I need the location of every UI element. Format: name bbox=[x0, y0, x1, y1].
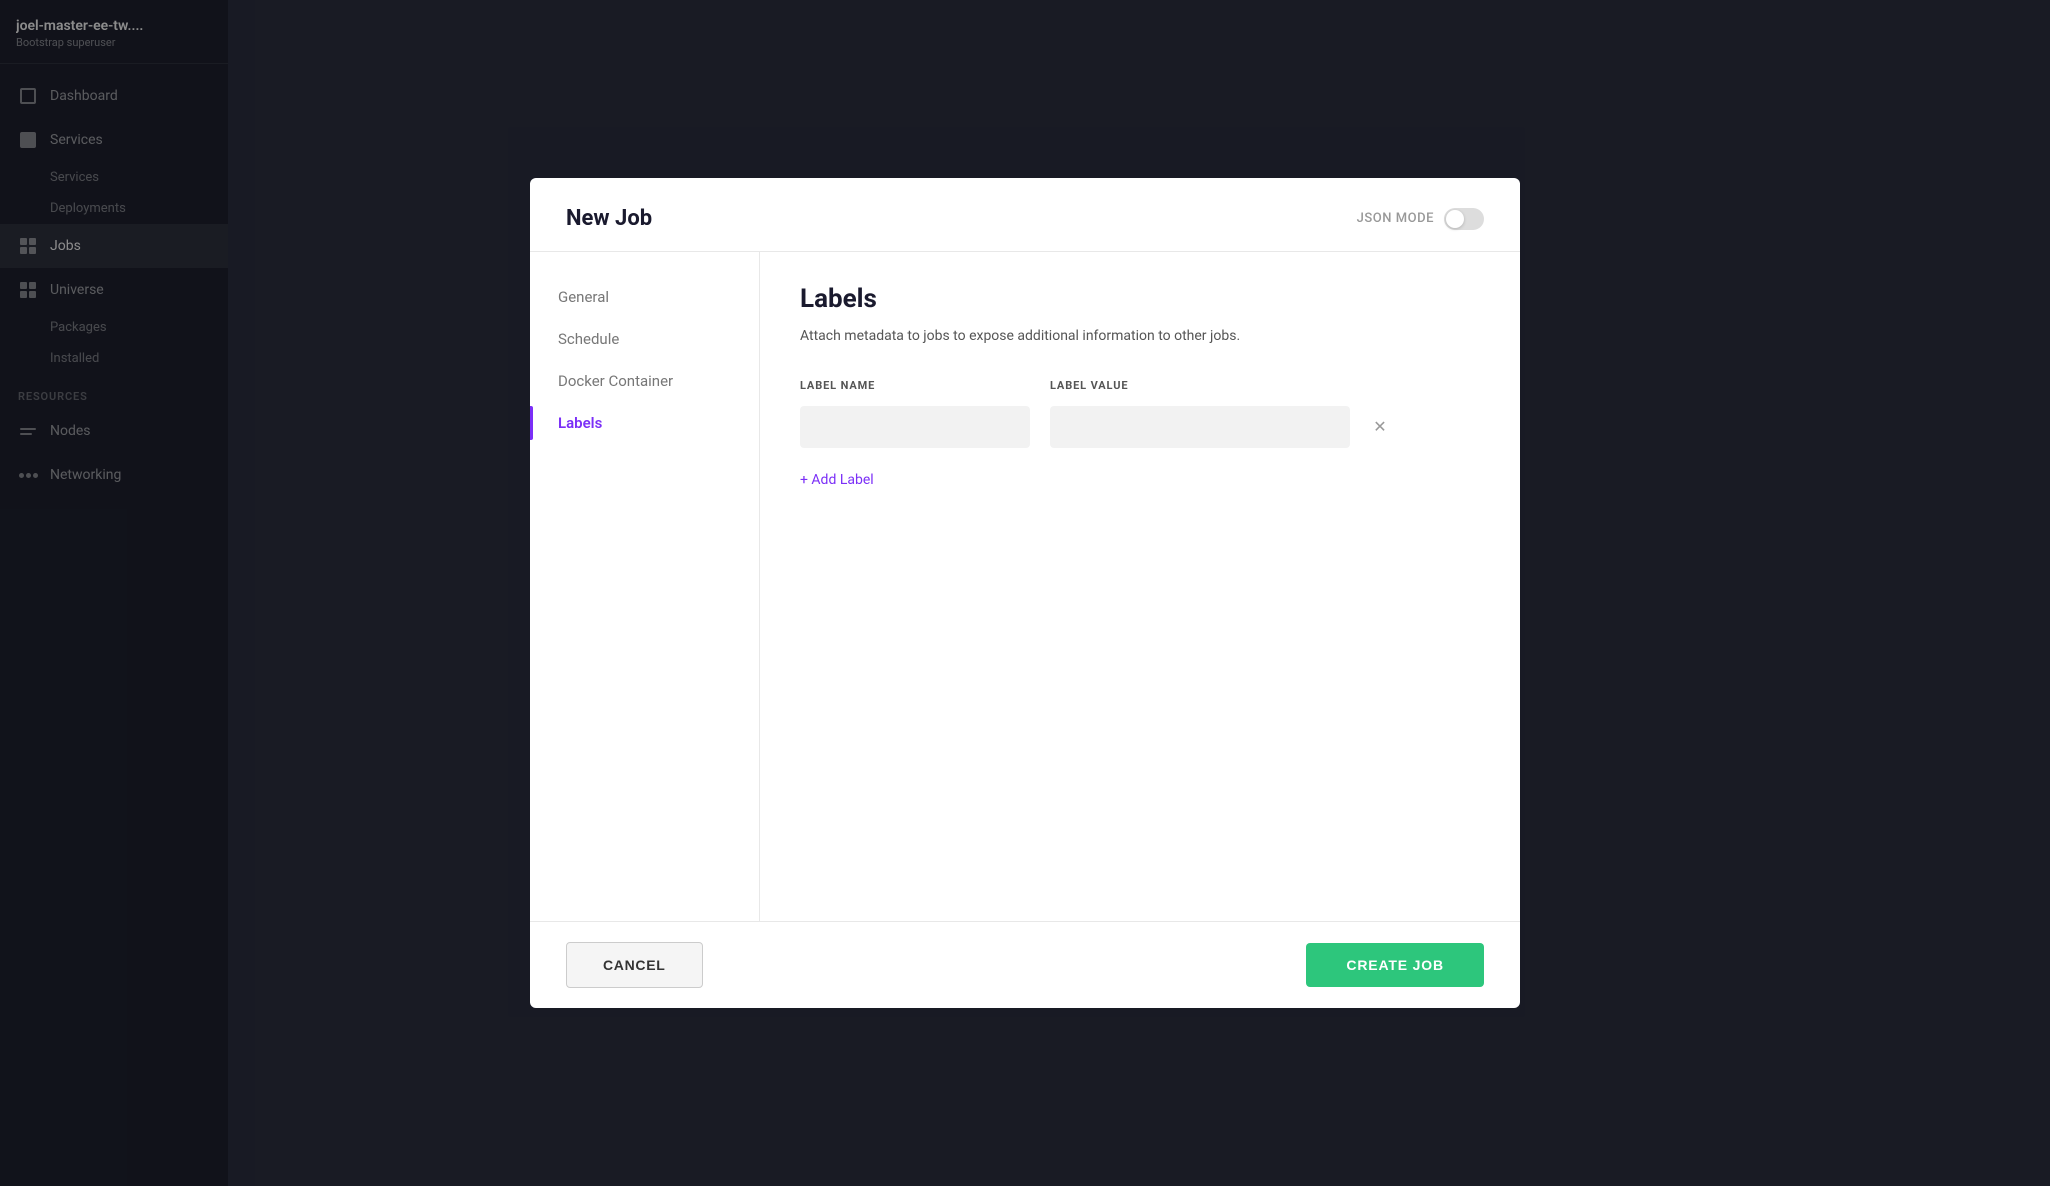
content-title: Labels bbox=[800, 284, 1480, 314]
label-name-input[interactable] bbox=[800, 406, 1030, 448]
label-value-input[interactable] bbox=[1050, 406, 1350, 448]
modal-nav: General Schedule Docker Container Labels bbox=[530, 252, 760, 921]
cancel-button[interactable]: CANCEL bbox=[566, 942, 703, 988]
modal: New Job JSON MODE General Schedule Docke… bbox=[530, 178, 1520, 1008]
modal-content: Labels Attach metadata to jobs to expose… bbox=[760, 252, 1520, 921]
json-mode-container: JSON MODE bbox=[1357, 208, 1484, 230]
label-row: ✕ bbox=[800, 406, 1480, 448]
modal-title: New Job bbox=[566, 206, 652, 231]
nav-item-schedule[interactable]: Schedule bbox=[530, 318, 759, 360]
modal-body: General Schedule Docker Container Labels… bbox=[530, 252, 1520, 921]
label-value-header: LABEL VALUE bbox=[1050, 379, 1350, 392]
modal-overlay: New Job JSON MODE General Schedule Docke… bbox=[0, 0, 2050, 1186]
json-mode-toggle[interactable] bbox=[1444, 208, 1484, 230]
nav-item-docker[interactable]: Docker Container bbox=[530, 360, 759, 402]
content-description: Attach metadata to jobs to expose additi… bbox=[800, 326, 1480, 347]
modal-header: New Job JSON MODE bbox=[530, 178, 1520, 252]
add-label-link[interactable]: + Add Label bbox=[800, 472, 874, 488]
json-mode-label: JSON MODE bbox=[1357, 211, 1434, 226]
nav-item-labels[interactable]: Labels bbox=[530, 402, 759, 444]
modal-footer: CANCEL CREATE JOB bbox=[530, 921, 1520, 1008]
nav-item-general[interactable]: General bbox=[530, 276, 759, 318]
label-name-header: LABEL NAME bbox=[800, 379, 1030, 392]
remove-label-button[interactable]: ✕ bbox=[1366, 413, 1394, 441]
create-job-button[interactable]: CREATE JOB bbox=[1306, 943, 1484, 987]
